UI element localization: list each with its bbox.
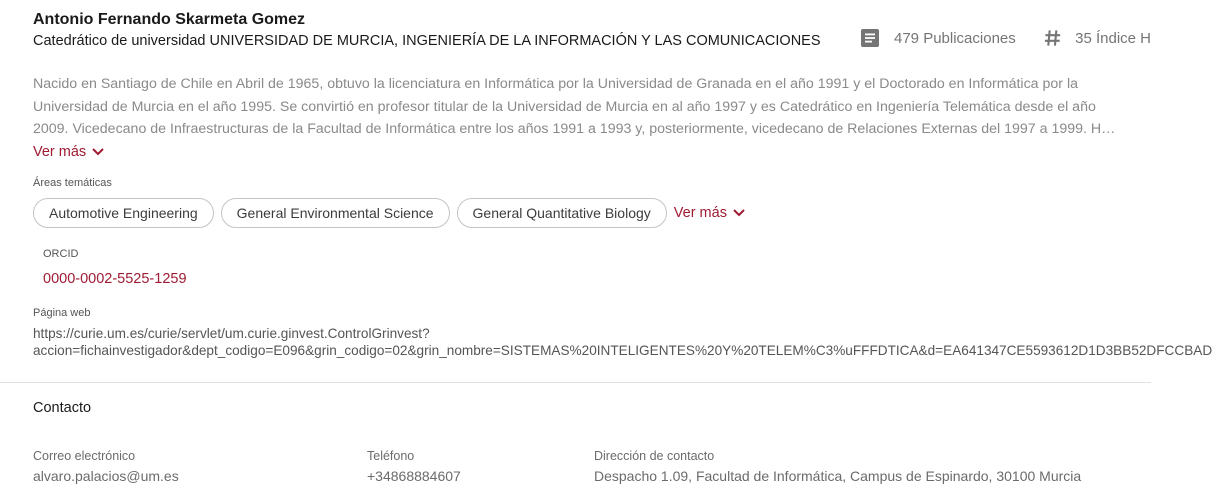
areas-chip-list: Automotive Engineering General Environme… bbox=[33, 198, 746, 228]
areas-more-button[interactable]: Ver más bbox=[674, 205, 746, 221]
orcid-link[interactable]: 0000-0002-5525-1259 bbox=[43, 271, 187, 287]
email-value[interactable]: alvaro.palacios@um.es bbox=[33, 468, 179, 484]
h-index-stat[interactable]: 35 Índice H bbox=[1044, 28, 1151, 48]
chevron-down-icon bbox=[733, 209, 745, 217]
website-label: Página web bbox=[33, 307, 91, 319]
website-url-line: accion=fichainvestigador&dept_codigo=E09… bbox=[33, 343, 1213, 358]
h-index-value: 35 Índice H bbox=[1075, 29, 1151, 47]
contact-title: Contacto bbox=[33, 400, 92, 416]
website-link[interactable]: https://curie.um.es/curie/servlet/um.cur… bbox=[33, 325, 1228, 359]
phone-value[interactable]: +34868884607 bbox=[367, 468, 461, 484]
website-url-line: https://curie.um.es/curie/servlet/um.cur… bbox=[33, 326, 430, 341]
area-chip[interactable]: General Environmental Science bbox=[220, 198, 450, 228]
areas-more-label: Ver más bbox=[673, 205, 727, 221]
bio-more-button[interactable]: Ver más bbox=[33, 144, 105, 160]
biography-line: Nacido en Santiago de Chile en Abril de … bbox=[33, 76, 1079, 92]
address-label: Dirección de contacto bbox=[594, 449, 715, 463]
area-chip[interactable]: General Quantitative Biology bbox=[456, 198, 667, 228]
orcid-label: ORCID bbox=[43, 248, 79, 260]
document-icon bbox=[861, 29, 879, 47]
publications-count: 479 Publicaciones bbox=[894, 29, 1016, 47]
email-label: Correo electrónico bbox=[33, 449, 136, 463]
biography-line: Universidad de Murcia en el año 1995. Se… bbox=[33, 98, 1096, 115]
hash-icon bbox=[1044, 30, 1061, 46]
area-chip[interactable]: Automotive Engineering bbox=[33, 198, 214, 228]
researcher-name: Antonio Fernando Skarmeta Gomez bbox=[33, 11, 306, 28]
biography: Nacido en Santiago de Chile en Abril de … bbox=[33, 73, 1148, 141]
section-divider bbox=[0, 382, 1151, 383]
phone-label: Teléfono bbox=[367, 449, 415, 463]
researcher-position: Catedrático de universidad UNIVERSIDAD D… bbox=[33, 33, 821, 49]
address-value: Despacho 1.09, Facultad de Informática, … bbox=[594, 468, 1082, 484]
areas-label: Áreas temáticas bbox=[33, 177, 112, 189]
chevron-down-icon bbox=[92, 148, 104, 156]
publications-stat[interactable]: 479 Publicaciones bbox=[860, 28, 1016, 48]
biography-line: 2009. Vicedecano de Infraestructuras de … bbox=[33, 121, 1116, 137]
bio-more-label: Ver más bbox=[33, 144, 87, 160]
